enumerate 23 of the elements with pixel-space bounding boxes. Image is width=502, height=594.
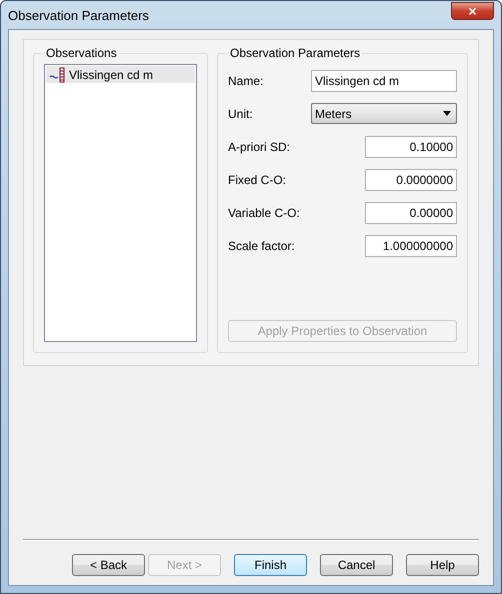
wizard-button[interactable]: Finish bbox=[234, 554, 307, 576]
list-item[interactable]: Vlissingen cd m bbox=[46, 66, 195, 83]
wizard-button[interactable]: Cancel bbox=[320, 554, 393, 576]
field-label: Fixed C-O: bbox=[228, 172, 286, 186]
tide-gauge-icon bbox=[49, 66, 67, 82]
unit-dropdown[interactable]: Meters bbox=[311, 103, 457, 124]
group-title: Observations bbox=[45, 46, 118, 60]
group-title: Observation Parameters bbox=[229, 46, 362, 60]
number-field[interactable]: 0.10000 bbox=[365, 136, 457, 158]
number-field[interactable]: 1.000000000 bbox=[365, 234, 457, 256]
field-label: Name: bbox=[228, 74, 264, 88]
number-field[interactable]: 0.0000000 bbox=[365, 168, 457, 190]
close-button[interactable]: × bbox=[451, 2, 494, 20]
number-field[interactable]: 0.00000 bbox=[365, 202, 457, 224]
wizard-button[interactable]: Help bbox=[406, 554, 479, 576]
field-label: Scale factor: bbox=[228, 238, 295, 252]
dropdown-arrow-icon bbox=[443, 111, 451, 116]
name-field[interactable]: Vlissingen cd m bbox=[311, 70, 457, 92]
field-label: Unit: bbox=[228, 106, 253, 120]
wizard-button[interactable]: < Back bbox=[72, 554, 145, 576]
window-title: Observation Parameters bbox=[8, 8, 149, 22]
field-label: Variable C-O: bbox=[228, 206, 300, 220]
field-label: A-priori SD: bbox=[228, 140, 290, 154]
